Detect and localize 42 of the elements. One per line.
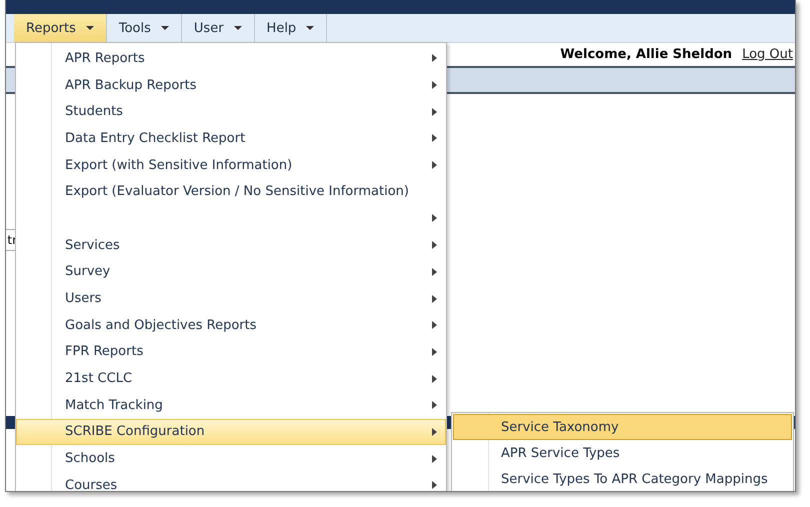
- submenu-arrow-icon: [432, 348, 437, 356]
- menu-item[interactable]: Data Entry Checklist Report: [16, 125, 446, 152]
- caret-icon: [86, 26, 94, 30]
- caret-icon: [306, 26, 314, 30]
- submenu-arrow-icon: [432, 241, 437, 250]
- menu-item[interactable]: 21st CCLC: [16, 365, 446, 392]
- menu-item[interactable]: Match Tracking: [16, 392, 446, 419]
- submenu-arrow-icon: [432, 214, 437, 222]
- menu-item[interactable]: APR Reports: [16, 45, 446, 72]
- submenu-arrow-icon: [432, 321, 437, 330]
- logout-link[interactable]: Log Out: [742, 47, 793, 62]
- submenu-arrow-icon: [432, 81, 437, 90]
- menu-item[interactable]: Survey: [16, 258, 446, 286]
- menu-tab[interactable]: Reports: [14, 14, 107, 42]
- menu-item[interactable]: Services: [16, 232, 446, 258]
- submenu-arrow-icon: [432, 54, 437, 62]
- menu-item[interactable]: Export (Evaluator Version / No Sensitive Information): [16, 178, 446, 206]
- submenu-arrow-icon: [432, 374, 437, 383]
- submenu-arrow-icon: [432, 454, 437, 463]
- submenu-arrow-icon: [432, 161, 437, 170]
- menu-item[interactable]: Export (with Sensitive Information): [16, 152, 446, 178]
- menu-item[interactable]: Schools: [16, 445, 446, 472]
- menu-item[interactable]: Courses: [16, 472, 446, 491]
- menu-item[interactable]: Service Types To APR Category Mappings: [453, 466, 792, 491]
- caret-icon: [160, 26, 169, 30]
- submenu-arrow-icon: [432, 108, 437, 116]
- menu-item[interactable]: Students: [16, 98, 446, 126]
- menu-item[interactable]: APR Service Types: [453, 440, 792, 466]
- menu-item[interactable]: Service Taxonomy: [453, 414, 792, 440]
- welcome-text: Welcome, Allie Sheldon: [560, 47, 732, 62]
- menu-item[interactable]: Users: [16, 285, 446, 312]
- menu-item[interactable]: APR Backup Reports: [16, 72, 446, 98]
- submenu-arrow-icon: [432, 294, 437, 303]
- submenu-arrow-icon: [432, 428, 437, 436]
- submenu-arrow-icon: [432, 401, 437, 410]
- submenu-arrow-icon: [432, 268, 437, 276]
- submenu-arrow-icon: [432, 481, 437, 490]
- menu-item[interactable]: FPR Reports: [16, 338, 446, 366]
- caret-icon: [234, 26, 242, 30]
- menu-item[interactable]: SCRIBE Configuration: [16, 418, 446, 446]
- submenu-arrow-icon: [432, 134, 437, 142]
- menu-item[interactable]: Goals and Objectives Reports: [16, 312, 446, 339]
